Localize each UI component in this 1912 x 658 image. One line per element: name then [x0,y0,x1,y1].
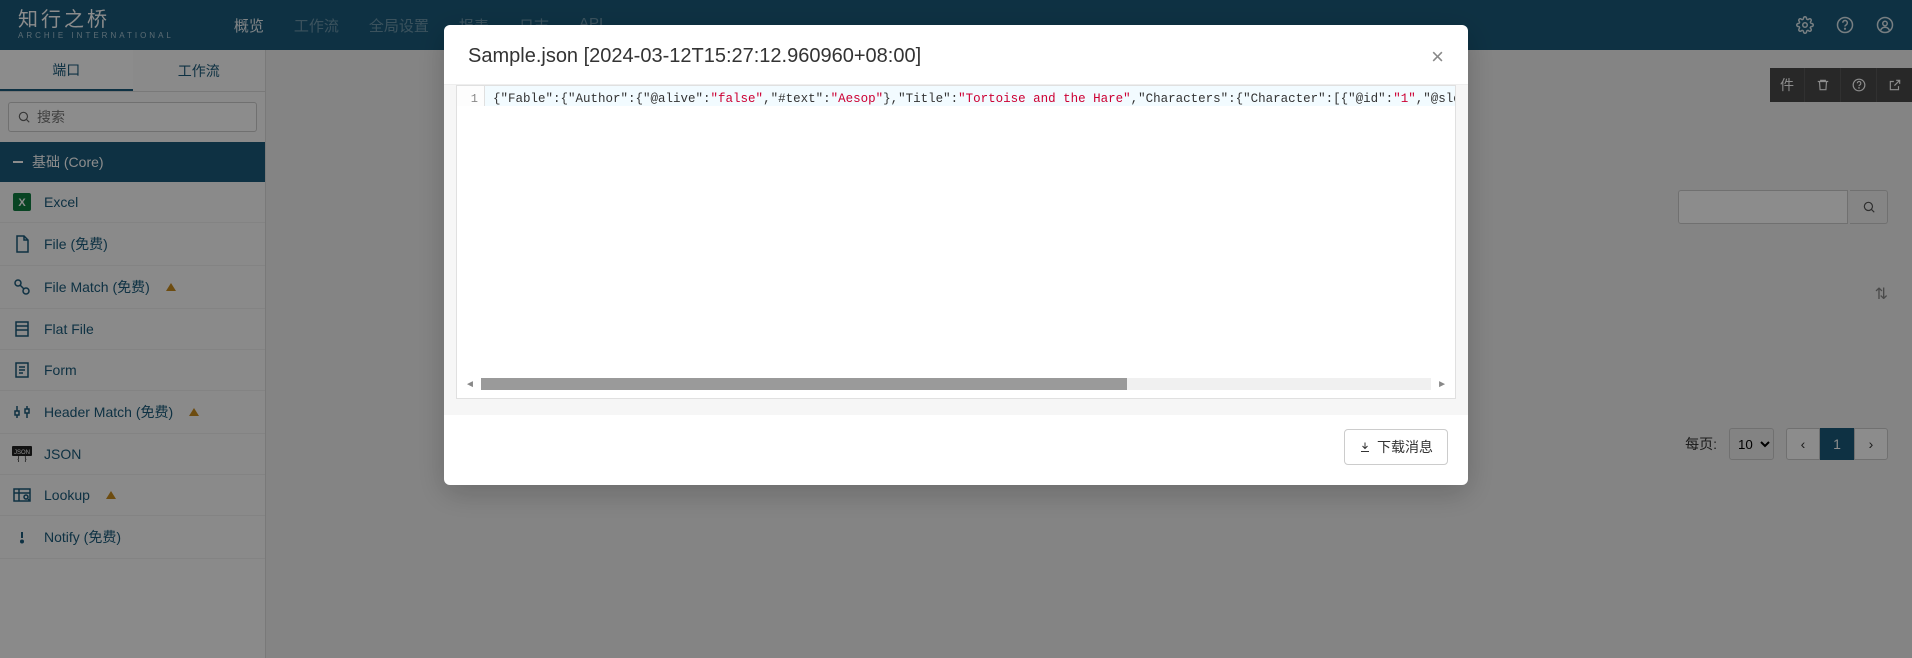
line-number: 1 [457,86,485,106]
code-editor[interactable]: 1 {"Fable":{"Author":{"@alive":"false","… [456,85,1456,399]
scroll-thumb[interactable] [481,378,1127,390]
modal-overlay: Sample.json [2024-03-12T15:27:12.960960+… [0,0,1912,658]
scroll-track[interactable] [481,378,1431,390]
download-icon [1359,441,1371,453]
scroll-right-icon[interactable]: ► [1437,379,1447,390]
scroll-left-icon[interactable]: ◄ [465,379,475,390]
code-content[interactable]: {"Fable":{"Author":{"@alive":"false","#t… [485,86,1455,106]
modal-title: Sample.json [2024-03-12T15:27:12.960960+… [468,45,921,68]
modal-dialog: Sample.json [2024-03-12T15:27:12.960960+… [444,25,1468,485]
horizontal-scrollbar[interactable]: ◄ ► [457,376,1455,398]
download-button[interactable]: 下载消息 [1344,429,1448,465]
close-icon[interactable]: × [1431,46,1444,68]
